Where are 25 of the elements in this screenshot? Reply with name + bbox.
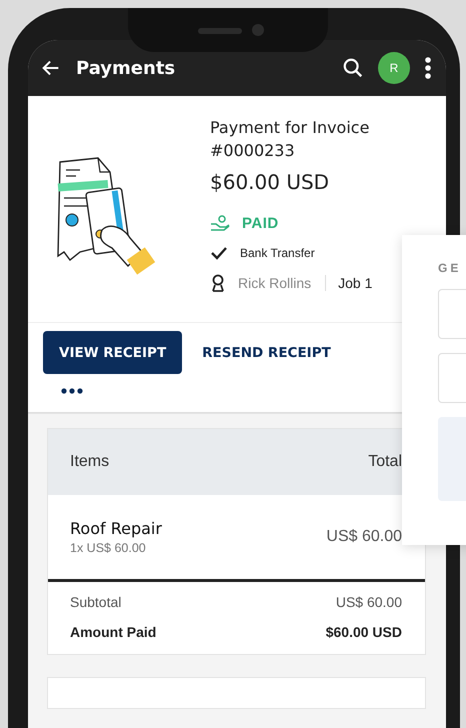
item-name: Roof Repair [70, 519, 162, 538]
column-header: Items [70, 453, 110, 471]
payment-method: Bank Transfer [240, 246, 315, 260]
form-heading: GE [438, 261, 462, 275]
screen-title: Payments [76, 58, 176, 78]
item-total: US$ 60.00 [326, 528, 402, 546]
payment-title: Payment for Invoice #0000233 [210, 117, 370, 162]
subtotal-value: US$ 60.00 [336, 594, 402, 610]
subtotal-label: Subtotal [70, 594, 122, 610]
more-icon[interactable] [61, 388, 83, 394]
column-header: Total [368, 453, 402, 471]
search-icon[interactable] [342, 57, 364, 79]
payment-status: PAID [242, 214, 279, 232]
item-quantity-price: 1x US$ 60.00 [70, 541, 147, 555]
payment-amount: $60.00 USD [210, 170, 330, 194]
amount-paid-label: Amount Paid [70, 624, 156, 640]
view-receipt-button[interactable]: VIEW RECEIPT [43, 331, 182, 374]
hand-money-icon [210, 214, 230, 232]
overflow-menu-icon[interactable] [424, 56, 432, 80]
client-name[interactable]: Rick Rollins [238, 275, 312, 291]
job-name[interactable]: Job 1 [325, 275, 372, 291]
person-icon [210, 274, 226, 292]
amount-paid-value: $60.00 USD [326, 624, 402, 640]
check-icon [210, 246, 228, 260]
resend-receipt-button[interactable]: RESEND RECEIPT [190, 331, 343, 374]
